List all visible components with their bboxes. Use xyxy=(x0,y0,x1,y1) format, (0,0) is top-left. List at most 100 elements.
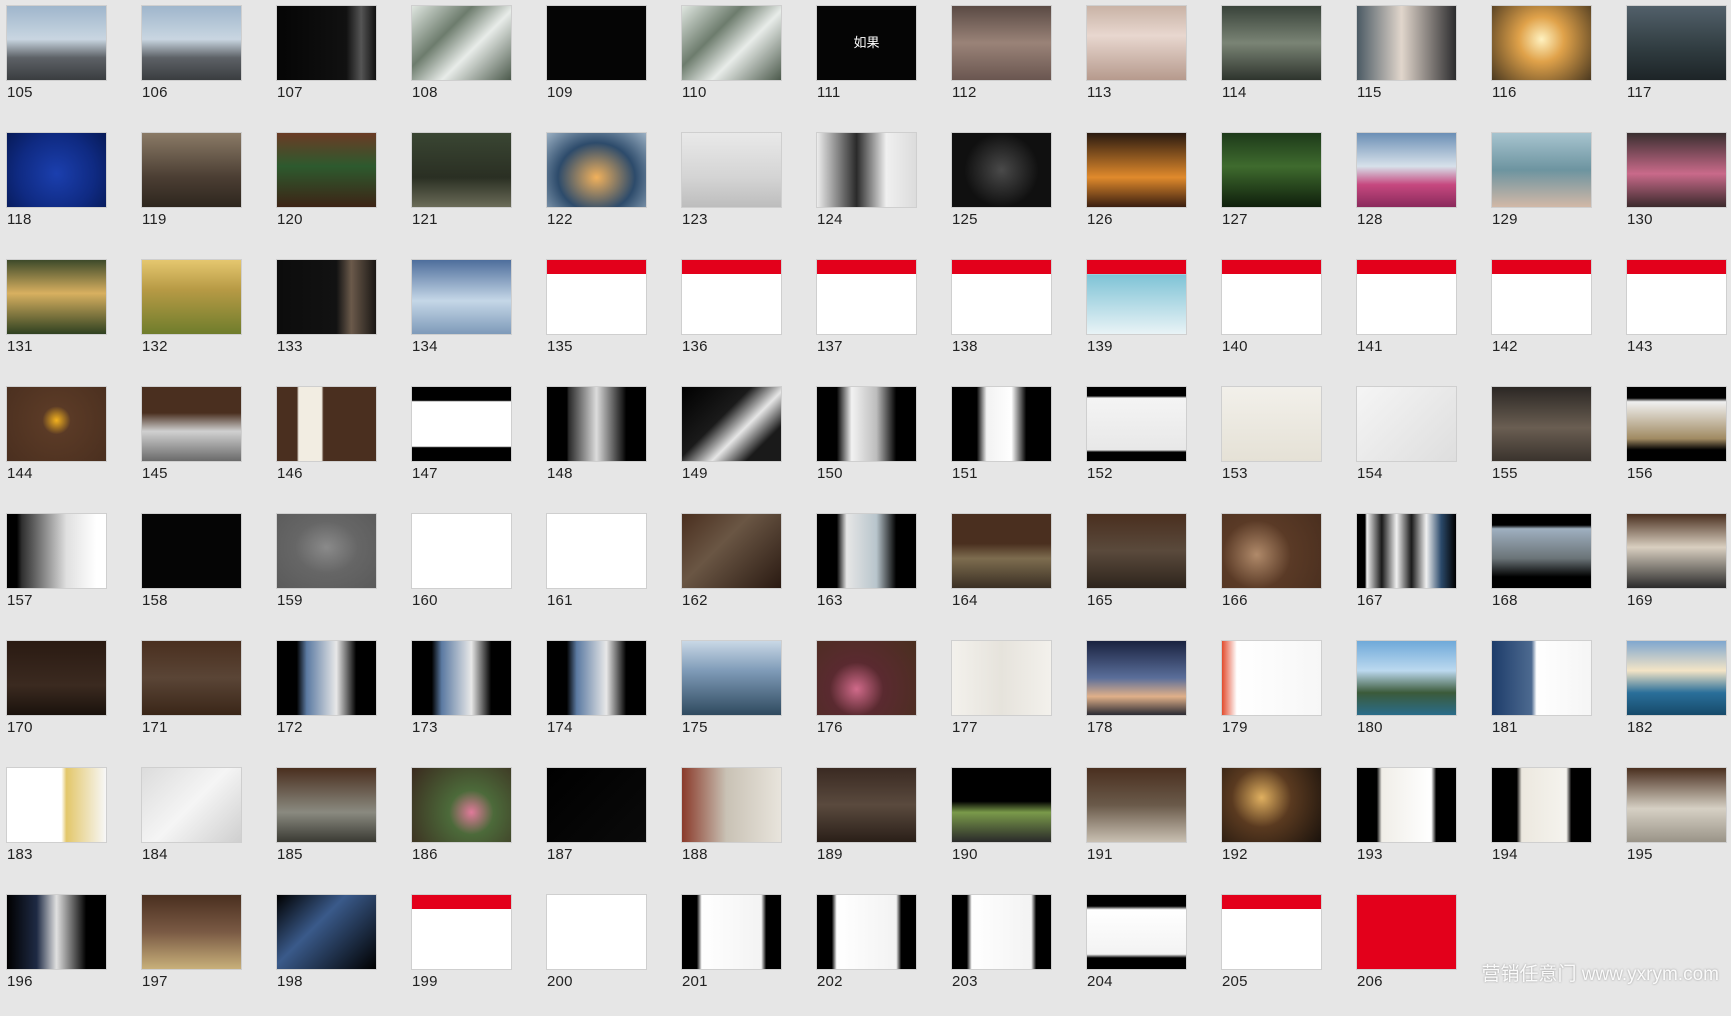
slide-thumbnail-cell[interactable]: 159 xyxy=(270,508,406,635)
slide-thumbnail-cell[interactable]: 124 xyxy=(810,127,946,254)
slide-thumbnail[interactable] xyxy=(1492,768,1591,842)
slide-thumbnail[interactable] xyxy=(7,895,106,969)
slide-thumbnail-cell[interactable]: 115 xyxy=(1350,0,1486,127)
slide-thumbnail[interactable] xyxy=(547,6,646,80)
slide-thumbnail-cell[interactable]: 155 xyxy=(1485,381,1621,508)
slide-thumbnail-cell[interactable]: 192 xyxy=(1215,762,1351,889)
slide-thumbnail[interactable] xyxy=(952,387,1051,461)
slide-thumbnail[interactable] xyxy=(1357,387,1456,461)
slide-thumbnail-cell[interactable]: 204 xyxy=(1080,889,1216,1016)
slide-thumbnail[interactable] xyxy=(1627,260,1726,334)
slide-thumbnail-cell[interactable]: 105 xyxy=(0,0,136,127)
slide-thumbnail-cell[interactable]: 163 xyxy=(810,508,946,635)
slide-thumbnail[interactable] xyxy=(682,6,781,80)
slide-thumbnail-cell[interactable]: 189 xyxy=(810,762,946,889)
slide-thumbnail-cell[interactable]: 180 xyxy=(1350,635,1486,762)
slide-thumbnail[interactable] xyxy=(1492,133,1591,207)
slide-thumbnail-cell[interactable]: 171 xyxy=(135,635,271,762)
slide-thumbnail-cell[interactable]: 129 xyxy=(1485,127,1621,254)
slide-thumbnail-cell[interactable]: 127 xyxy=(1215,127,1351,254)
slide-thumbnail-cell[interactable]: 188 xyxy=(675,762,811,889)
slide-thumbnail[interactable] xyxy=(412,514,511,588)
slide-thumbnail[interactable] xyxy=(277,895,376,969)
slide-thumbnail-cell[interactable]: 153 xyxy=(1215,381,1351,508)
slide-thumbnail-cell[interactable]: 106 xyxy=(135,0,271,127)
slide-thumbnail[interactable] xyxy=(1087,768,1186,842)
slide-thumbnail-cell[interactable]: 185 xyxy=(270,762,406,889)
slide-thumbnail[interactable] xyxy=(1627,768,1726,842)
slide-thumbnail[interactable] xyxy=(682,768,781,842)
slide-thumbnail-cell[interactable]: 132 xyxy=(135,254,271,381)
slide-thumbnail[interactable] xyxy=(817,514,916,588)
slide-thumbnail[interactable] xyxy=(1222,768,1321,842)
slide-thumbnail[interactable] xyxy=(817,387,916,461)
slide-thumbnail[interactable] xyxy=(547,260,646,334)
slide-thumbnail[interactable] xyxy=(952,6,1051,80)
slide-thumbnail[interactable] xyxy=(817,260,916,334)
slide-thumbnail[interactable] xyxy=(1357,260,1456,334)
slide-thumbnail-cell[interactable]: 109 xyxy=(540,0,676,127)
slide-thumbnail-cell[interactable]: 119 xyxy=(135,127,271,254)
slide-thumbnail-cell[interactable]: 128 xyxy=(1350,127,1486,254)
slide-thumbnail-cell[interactable]: 134 xyxy=(405,254,541,381)
slide-thumbnail[interactable] xyxy=(547,895,646,969)
slide-thumbnail[interactable] xyxy=(412,895,511,969)
slide-thumbnail[interactable] xyxy=(682,260,781,334)
slide-thumbnail[interactable] xyxy=(412,387,511,461)
slide-thumbnail[interactable] xyxy=(142,387,241,461)
slide-thumbnail-cell[interactable]: 139 xyxy=(1080,254,1216,381)
slide-thumbnail[interactable] xyxy=(142,514,241,588)
slide-thumbnail-cell[interactable]: 186 xyxy=(405,762,541,889)
slide-thumbnail[interactable] xyxy=(1492,260,1591,334)
slide-thumbnail[interactable] xyxy=(142,768,241,842)
slide-thumbnail-cell[interactable]: 172 xyxy=(270,635,406,762)
slide-thumbnail-cell[interactable]: 203 xyxy=(945,889,1081,1016)
slide-thumbnail[interactable] xyxy=(1087,895,1186,969)
slide-thumbnail[interactable] xyxy=(7,387,106,461)
slide-thumbnail[interactable] xyxy=(817,133,916,207)
slide-thumbnail[interactable] xyxy=(142,260,241,334)
slide-thumbnail-cell[interactable]: 122 xyxy=(540,127,676,254)
slide-thumbnail[interactable] xyxy=(7,514,106,588)
slide-thumbnail-cell[interactable]: 193 xyxy=(1350,762,1486,889)
slide-thumbnail[interactable] xyxy=(682,387,781,461)
slide-thumbnail[interactable] xyxy=(682,895,781,969)
slide-thumbnail-cell[interactable]: 157 xyxy=(0,508,136,635)
slide-thumbnail[interactable]: 如果 xyxy=(817,6,916,80)
slide-thumbnail[interactable] xyxy=(547,641,646,715)
slide-thumbnail[interactable] xyxy=(1627,133,1726,207)
slide-thumbnail-cell[interactable]: 141 xyxy=(1350,254,1486,381)
slide-thumbnail-cell[interactable]: 179 xyxy=(1215,635,1351,762)
slide-thumbnail-cell[interactable]: 166 xyxy=(1215,508,1351,635)
slide-thumbnail-cell[interactable]: 200 xyxy=(540,889,676,1016)
slide-thumbnail[interactable] xyxy=(952,514,1051,588)
slide-thumbnail[interactable] xyxy=(1087,133,1186,207)
slide-thumbnail[interactable] xyxy=(1087,6,1186,80)
slide-thumbnail-cell[interactable]: 145 xyxy=(135,381,271,508)
slide-thumbnail-cell[interactable]: 118 xyxy=(0,127,136,254)
slide-thumbnail[interactable] xyxy=(277,260,376,334)
slide-thumbnail-cell[interactable]: 206 xyxy=(1350,889,1486,1016)
slide-thumbnail-cell[interactable]: 151 xyxy=(945,381,1081,508)
slide-thumbnail[interactable] xyxy=(7,133,106,207)
slide-thumbnail[interactable] xyxy=(1222,387,1321,461)
slide-thumbnail-cell[interactable]: 131 xyxy=(0,254,136,381)
slide-thumbnail[interactable] xyxy=(682,641,781,715)
slide-thumbnail[interactable] xyxy=(1357,768,1456,842)
slide-thumbnail[interactable] xyxy=(7,641,106,715)
slide-thumbnail[interactable] xyxy=(7,260,106,334)
slide-thumbnail[interactable] xyxy=(142,133,241,207)
slide-thumbnail[interactable] xyxy=(1087,641,1186,715)
slide-thumbnail-cell[interactable]: 107 xyxy=(270,0,406,127)
slide-thumbnail-cell[interactable]: 149 xyxy=(675,381,811,508)
slide-thumbnail[interactable] xyxy=(547,387,646,461)
slide-thumbnail-cell[interactable]: 144 xyxy=(0,381,136,508)
slide-thumbnail[interactable] xyxy=(1087,514,1186,588)
slide-thumbnail-cell[interactable]: 117 xyxy=(1620,0,1731,127)
slide-thumbnail-cell[interactable]: 190 xyxy=(945,762,1081,889)
slide-thumbnail[interactable] xyxy=(277,768,376,842)
slide-thumbnail[interactable] xyxy=(952,768,1051,842)
slide-thumbnail[interactable] xyxy=(277,6,376,80)
slide-thumbnail[interactable] xyxy=(1492,6,1591,80)
slide-thumbnail-cell[interactable]: 160 xyxy=(405,508,541,635)
